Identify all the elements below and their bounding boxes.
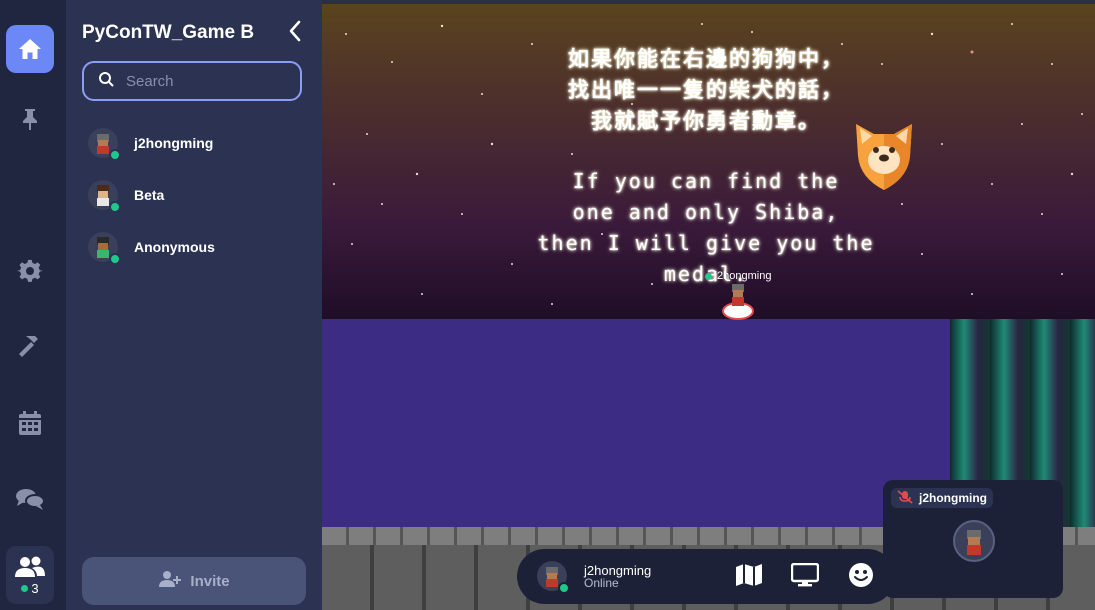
map-icon xyxy=(735,563,763,592)
screen-share-icon xyxy=(790,562,820,592)
avatar[interactable] xyxy=(537,561,570,594)
online-indicator xyxy=(109,149,121,161)
floor-area xyxy=(322,319,950,527)
emoji-button[interactable] xyxy=(847,562,875,593)
settings-button[interactable] xyxy=(6,247,54,295)
online-dot xyxy=(704,272,712,280)
bottom-toolbar: j2hongming Online xyxy=(517,549,895,604)
user-list-item[interactable]: Beta xyxy=(88,177,298,213)
user-list-item[interactable]: Anonymous xyxy=(88,229,298,265)
map-button[interactable] xyxy=(735,563,763,591)
video-user-name: j2hongming xyxy=(919,491,987,505)
game-canvas[interactable]: 如果你能在右邊的狗狗中， 找出唯一一隻的柴犬的話， 我就賦予你勇者勳章。 If … xyxy=(322,0,1095,610)
screen-share-button[interactable] xyxy=(790,562,820,592)
online-count: 3 xyxy=(21,580,39,596)
online-indicator xyxy=(109,201,121,213)
search-input[interactable] xyxy=(124,71,288,91)
search-icon xyxy=(98,71,114,92)
space-title: PyConTW_Game B xyxy=(82,22,255,43)
mic-off-icon xyxy=(897,489,913,507)
nav-rail: 3 xyxy=(0,0,66,610)
user-list-item[interactable]: j2hongming xyxy=(88,125,298,161)
home-button[interactable] xyxy=(6,25,54,73)
video-name-tag: j2hongming xyxy=(891,488,993,508)
avatar xyxy=(88,232,121,265)
chevron-left-icon xyxy=(288,20,302,47)
avatar xyxy=(953,520,995,562)
home-icon xyxy=(17,37,43,61)
player-name-tag: j2hongming xyxy=(688,270,788,282)
video-tile[interactable]: j2hongming xyxy=(883,480,1063,598)
people-icon xyxy=(14,555,46,579)
participants-button[interactable]: 3 xyxy=(6,546,54,604)
calendar-button[interactable] xyxy=(6,399,54,447)
quest-line-zh: 如果你能在右邊的狗狗中， xyxy=(568,47,844,71)
avatar xyxy=(88,128,121,161)
pin-button[interactable] xyxy=(6,95,54,143)
user-name: Anonymous xyxy=(134,239,215,255)
gear-icon xyxy=(17,258,43,284)
online-indicator xyxy=(109,253,121,265)
chat-icon xyxy=(15,486,45,512)
shiba-icon[interactable] xyxy=(852,120,916,197)
online-dot xyxy=(21,584,29,592)
online-count-value: 3 xyxy=(31,580,39,596)
calendar-icon xyxy=(18,410,42,436)
quest-line-zh: 找出唯一一隻的柴犬的話， xyxy=(568,78,844,102)
invite-button[interactable]: Invite xyxy=(82,557,306,605)
add-user-icon xyxy=(158,570,182,592)
build-button[interactable] xyxy=(6,323,54,371)
user-name: j2hongming xyxy=(134,135,214,151)
chat-button[interactable] xyxy=(6,475,54,523)
emoji-icon xyxy=(848,562,874,593)
player-avatar[interactable]: j2hongming xyxy=(688,270,788,320)
invite-label: Invite xyxy=(190,572,230,590)
hud-user-status: Online xyxy=(584,576,619,590)
online-indicator xyxy=(558,582,570,594)
pin-icon xyxy=(20,107,40,131)
hammer-icon xyxy=(16,333,44,361)
collapse-panel-button[interactable] xyxy=(284,20,306,46)
search-box[interactable] xyxy=(82,61,302,101)
quest-line-en: one and only Shiba, xyxy=(572,200,840,224)
participants-panel: PyConTW_Game B j2hongming Beta Anonymous xyxy=(66,0,322,610)
user-name: Beta xyxy=(134,187,165,203)
player-name: j2hongming xyxy=(714,270,772,282)
avatar xyxy=(88,180,121,213)
